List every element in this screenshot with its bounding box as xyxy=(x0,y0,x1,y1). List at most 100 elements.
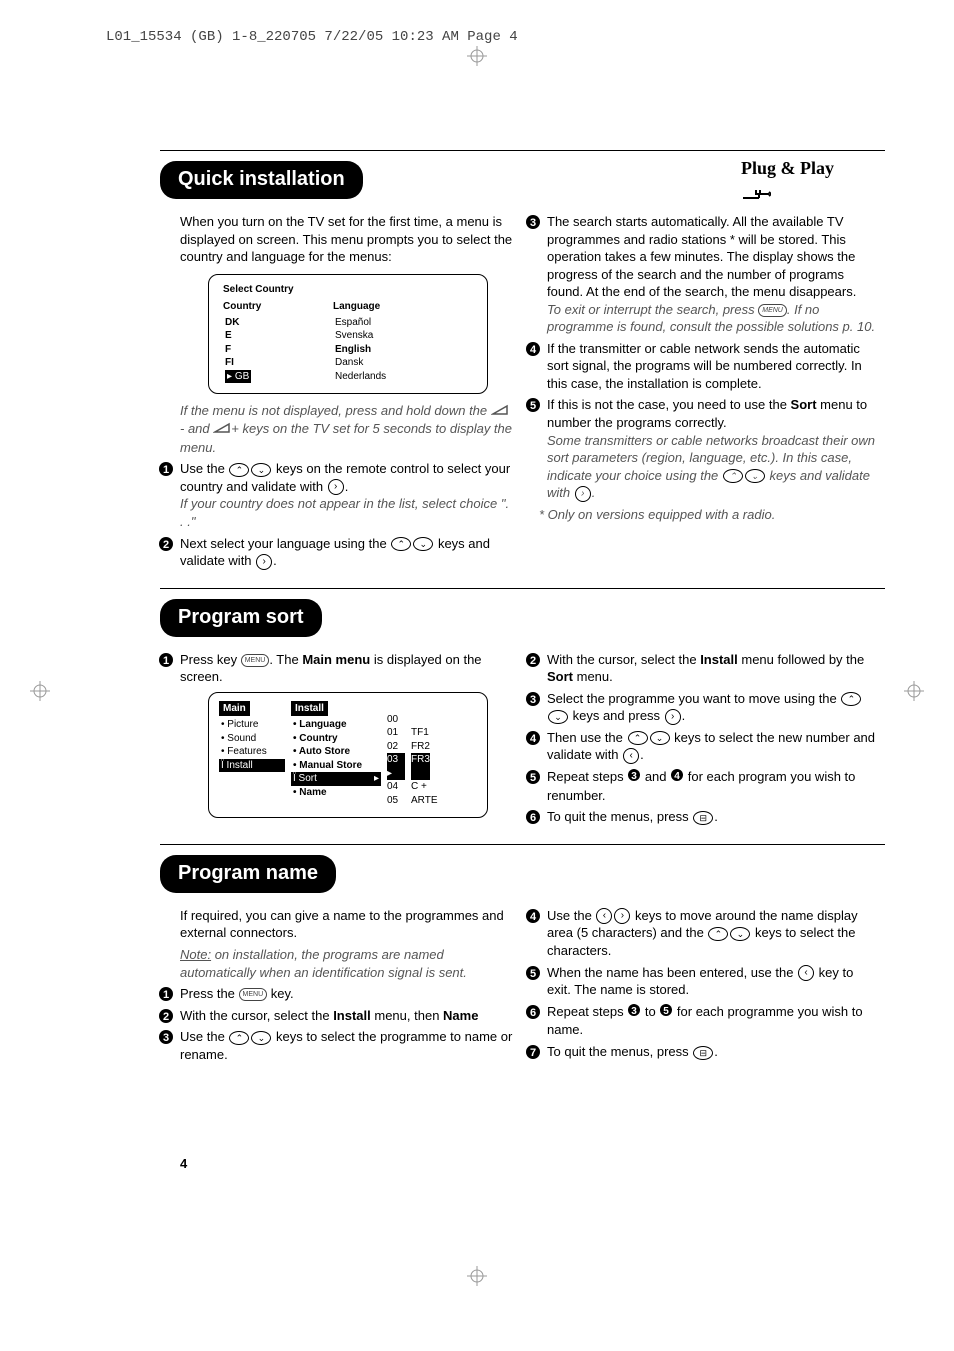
name-step-1: 1 Press the MENU key. xyxy=(158,985,513,1003)
osd-language-column: Language Español Svenska English Dansk N… xyxy=(333,300,423,383)
svg-text:2: 2 xyxy=(530,655,536,667)
registration-mark-bottom xyxy=(467,1266,487,1291)
section-heading-name: Program name xyxy=(160,855,336,893)
sort-step-6: 6 To quit the menus, press ⊟. xyxy=(525,808,880,826)
registration-mark-top xyxy=(467,46,487,71)
svg-text:3: 3 xyxy=(530,217,536,229)
name-step-4: 4 Use the ‹› keys to move around the nam… xyxy=(525,907,880,960)
svg-text:6: 6 xyxy=(530,812,536,824)
step-bullet-5-icon: 5 xyxy=(525,397,543,413)
circled-3-icon: 3 xyxy=(627,768,641,787)
svg-text:7: 7 xyxy=(530,1047,536,1059)
up-key-icon: ⌃ xyxy=(229,1031,249,1045)
name-note: Note: on installation, the programs are … xyxy=(180,946,513,981)
right-key-icon: › xyxy=(256,554,272,570)
down-key-icon: ⌄ xyxy=(413,537,433,551)
sort-step-1: 1 Press key MENU. The Main menu is displ… xyxy=(158,651,513,686)
menu-key-icon: MENU xyxy=(241,654,270,667)
left-key-icon: ‹ xyxy=(798,965,814,981)
circled-3-icon: 3 xyxy=(627,1003,641,1022)
osd-install-sort: Main • Picture • Sound • Features Ï Inst… xyxy=(208,692,488,819)
step-bullet-4-icon: 4 xyxy=(525,341,543,357)
svg-text:3: 3 xyxy=(631,771,637,782)
svg-text:2: 2 xyxy=(163,539,169,551)
section-rule xyxy=(160,844,885,845)
section-heading-quick: Quick installation xyxy=(160,161,363,199)
up-key-icon: ⌃ xyxy=(628,731,648,745)
svg-text:3: 3 xyxy=(530,694,536,706)
osd-title: Select Country xyxy=(223,283,473,297)
svg-text:1: 1 xyxy=(163,989,169,1001)
footnote: * Only on versions equipped with a radio… xyxy=(539,506,880,524)
page-number: 4 xyxy=(180,1155,187,1173)
osd-country-column: Country DK E F FI ▸ GB xyxy=(223,300,313,383)
down-key-icon: ⌄ xyxy=(548,710,568,724)
sort-step-3: 3 Select the programme you want to move … xyxy=(525,690,880,725)
svg-text:3: 3 xyxy=(631,1006,637,1017)
svg-text:4: 4 xyxy=(674,771,680,782)
svg-text:5: 5 xyxy=(530,772,536,784)
right-key-icon: › xyxy=(328,479,344,495)
step-bullet-1-icon: 1 xyxy=(158,461,176,477)
right-key-icon: › xyxy=(575,486,591,502)
intro-text: When you turn on the TV set for the firs… xyxy=(180,213,513,266)
svg-text:1: 1 xyxy=(163,655,169,667)
svg-text:6: 6 xyxy=(530,1007,536,1019)
menu-key-icon: MENU xyxy=(758,304,787,317)
exit-key-icon: ⊟ xyxy=(693,1046,713,1060)
svg-text:3: 3 xyxy=(163,1032,169,1044)
osd-select-country: Select Country Country DK E F FI ▸ GB La… xyxy=(208,274,488,395)
name-step-6: 6 Repeat steps 3 to 5 for each programme… xyxy=(525,1003,880,1039)
step-1: 1 Use the ⌃⌄ keys on the remote control … xyxy=(158,460,513,530)
circled-5-icon: 5 xyxy=(659,1003,673,1022)
step-bullet-2-icon: 2 xyxy=(158,536,176,552)
name-intro: If required, you can give a name to the … xyxy=(180,907,513,942)
down-key-icon: ⌄ xyxy=(251,1031,271,1045)
svg-text:2: 2 xyxy=(163,1011,169,1023)
print-header: L01_15534 (GB) 1-8_220705 7/22/05 10:23 … xyxy=(106,28,518,47)
up-key-icon: ⌃ xyxy=(708,927,728,941)
right-key-icon: › xyxy=(614,908,630,924)
name-step-7: 7 To quit the menus, press ⊟. xyxy=(525,1043,880,1061)
section-heading-sort: Program sort xyxy=(160,599,322,637)
step-3: 3 The search starts automatically. All t… xyxy=(525,213,880,336)
up-key-icon: ⌃ xyxy=(229,463,249,477)
svg-text:4: 4 xyxy=(530,733,537,745)
left-key-icon: ‹ xyxy=(623,748,639,764)
step-4: 4 If the transmitter or cable network se… xyxy=(525,340,880,393)
step-2: 2 Next select your language using the ⌃⌄… xyxy=(158,535,513,570)
step-5: 5 If this is not the case, you need to u… xyxy=(525,396,880,501)
note-text: If the menu is not displayed, press and … xyxy=(180,402,513,456)
down-key-icon: ⌄ xyxy=(745,469,765,483)
volume-plus-icon xyxy=(213,421,231,439)
exit-key-icon: ⊟ xyxy=(693,811,713,825)
svg-text:4: 4 xyxy=(530,911,537,923)
sort-step-4: 4 Then use the ⌃⌄ keys to select the new… xyxy=(525,729,880,764)
sort-step-2: 2 With the cursor, select the Install me… xyxy=(525,651,880,686)
svg-text:1: 1 xyxy=(163,464,169,476)
svg-text:5: 5 xyxy=(530,968,536,980)
osd-main-panel: Main • Picture • Sound • Features Ï Inst… xyxy=(219,701,285,808)
left-key-icon: ‹ xyxy=(596,908,612,924)
down-key-icon: ⌄ xyxy=(251,463,271,477)
name-step-3: 3 Use the ⌃⌄ keys to select the programm… xyxy=(158,1028,513,1063)
up-key-icon: ⌃ xyxy=(391,537,411,551)
up-key-icon: ⌃ xyxy=(723,469,743,483)
name-step-5: 5 When the name has been entered, use th… xyxy=(525,964,880,999)
up-key-icon: ⌃ xyxy=(841,692,861,706)
step-bullet-1-icon: 1 xyxy=(158,652,176,668)
step-bullet-3-icon: 3 xyxy=(525,214,543,230)
svg-text:4: 4 xyxy=(530,344,537,356)
registration-mark-right xyxy=(904,681,924,706)
menu-key-icon: MENU xyxy=(239,988,268,1001)
registration-mark-left xyxy=(30,681,50,706)
section-rule xyxy=(160,588,885,589)
circled-4-icon: 4 xyxy=(670,768,684,787)
section-rule xyxy=(160,150,885,151)
volume-minus-icon xyxy=(491,403,509,421)
down-key-icon: ⌄ xyxy=(650,731,670,745)
right-key-icon: › xyxy=(665,709,681,725)
osd-install-panel: Install • Language • Country • Auto Stor… xyxy=(291,701,381,808)
name-step-2: 2 With the cursor, select the Install me… xyxy=(158,1007,513,1025)
down-key-icon: ⌄ xyxy=(730,927,750,941)
